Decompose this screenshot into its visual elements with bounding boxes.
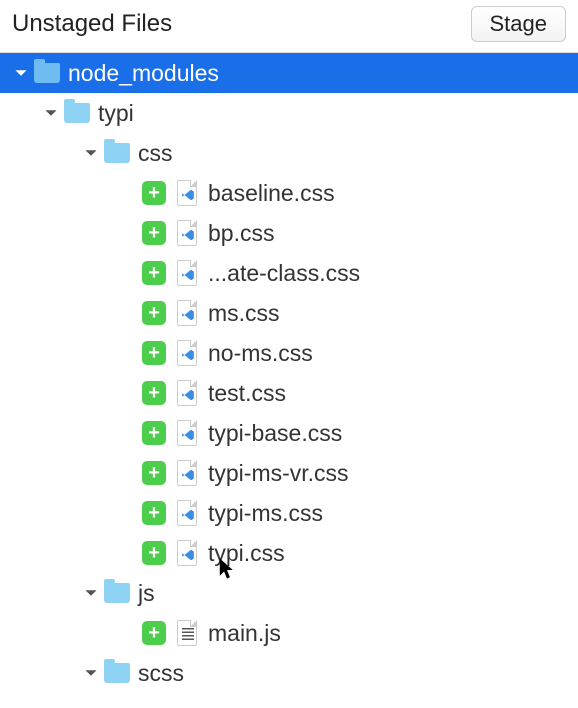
folder-label: js bbox=[138, 580, 155, 607]
folder-icon bbox=[34, 63, 60, 83]
file-row[interactable]: + typi.css bbox=[0, 533, 578, 573]
vscode-file-icon bbox=[176, 460, 198, 486]
folder-row-css[interactable]: css bbox=[0, 133, 578, 173]
folder-label: typi bbox=[98, 100, 134, 127]
chevron-down-icon[interactable] bbox=[82, 144, 100, 162]
vscode-file-icon bbox=[176, 180, 198, 206]
chevron-down-icon[interactable] bbox=[82, 664, 100, 682]
folder-label: scss bbox=[138, 660, 184, 687]
file-label: baseline.css bbox=[208, 180, 335, 207]
file-label: main.js bbox=[208, 620, 281, 647]
status-added-icon: + bbox=[142, 501, 166, 525]
folder-label: node_modules bbox=[68, 60, 219, 87]
file-tree: node_modules typi css + baseline.css + b… bbox=[0, 53, 578, 693]
status-added-icon: + bbox=[142, 541, 166, 565]
folder-icon bbox=[64, 103, 90, 123]
chevron-down-icon[interactable] bbox=[42, 104, 60, 122]
status-added-icon: + bbox=[142, 381, 166, 405]
file-row[interactable]: + ...ate-class.css bbox=[0, 253, 578, 293]
vscode-file-icon bbox=[176, 420, 198, 446]
folder-row-node-modules[interactable]: node_modules bbox=[0, 53, 578, 93]
chevron-down-icon[interactable] bbox=[12, 64, 30, 82]
file-label: no-ms.css bbox=[208, 340, 313, 367]
file-label: ms.css bbox=[208, 300, 280, 327]
file-row[interactable]: + typi-ms.css bbox=[0, 493, 578, 533]
file-row[interactable]: + typi-base.css bbox=[0, 413, 578, 453]
file-label: bp.css bbox=[208, 220, 274, 247]
vscode-file-icon bbox=[176, 380, 198, 406]
file-label: typi-ms.css bbox=[208, 500, 323, 527]
stage-button[interactable]: Stage bbox=[471, 6, 567, 42]
vscode-file-icon bbox=[176, 540, 198, 566]
vscode-file-icon bbox=[176, 260, 198, 286]
panel-header: Unstaged Files Stage bbox=[0, 0, 578, 53]
file-label: typi-ms-vr.css bbox=[208, 460, 349, 487]
file-row[interactable]: + bp.css bbox=[0, 213, 578, 253]
folder-row-typi[interactable]: typi bbox=[0, 93, 578, 133]
status-added-icon: + bbox=[142, 341, 166, 365]
status-added-icon: + bbox=[142, 461, 166, 485]
file-label: typi.css bbox=[208, 540, 285, 567]
file-label: test.css bbox=[208, 380, 286, 407]
status-added-icon: + bbox=[142, 221, 166, 245]
file-label: typi-base.css bbox=[208, 420, 342, 447]
vscode-file-icon bbox=[176, 340, 198, 366]
file-row[interactable]: + typi-ms-vr.css bbox=[0, 453, 578, 493]
folder-icon bbox=[104, 663, 130, 683]
status-added-icon: + bbox=[142, 261, 166, 285]
vscode-file-icon bbox=[176, 500, 198, 526]
js-file-icon bbox=[176, 620, 198, 646]
folder-row-js[interactable]: js bbox=[0, 573, 578, 613]
folder-label: css bbox=[138, 140, 173, 167]
file-row[interactable]: + ms.css bbox=[0, 293, 578, 333]
status-added-icon: + bbox=[142, 621, 166, 645]
file-row[interactable]: + test.css bbox=[0, 373, 578, 413]
status-added-icon: + bbox=[142, 421, 166, 445]
folder-icon bbox=[104, 583, 130, 603]
panel-title: Unstaged Files bbox=[12, 10, 172, 38]
vscode-file-icon bbox=[176, 300, 198, 326]
status-added-icon: + bbox=[142, 301, 166, 325]
folder-icon bbox=[104, 143, 130, 163]
file-label: ...ate-class.css bbox=[208, 260, 360, 287]
chevron-down-icon[interactable] bbox=[82, 584, 100, 602]
file-row[interactable]: + main.js bbox=[0, 613, 578, 653]
folder-row-scss[interactable]: scss bbox=[0, 653, 578, 693]
vscode-file-icon bbox=[176, 220, 198, 246]
status-added-icon: + bbox=[142, 181, 166, 205]
file-row[interactable]: + baseline.css bbox=[0, 173, 578, 213]
file-row[interactable]: + no-ms.css bbox=[0, 333, 578, 373]
